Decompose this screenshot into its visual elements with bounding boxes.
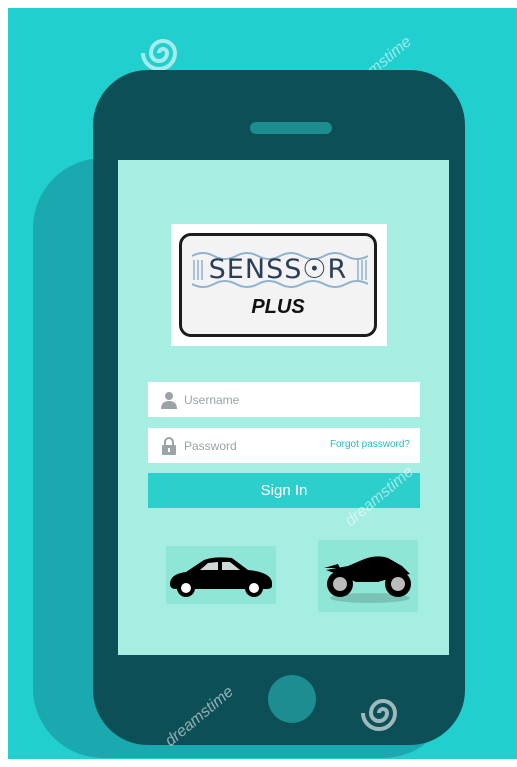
username-field[interactable] xyxy=(148,382,420,417)
motorcycle-option[interactable] xyxy=(318,540,418,612)
logo-brand-text: SENSS☉R xyxy=(208,254,348,285)
background: dreamstime SENSS☉R PLUS Username Forgot … xyxy=(8,8,517,759)
username-input[interactable] xyxy=(184,382,344,417)
logo-frame: SENSS☉R PLUS xyxy=(179,233,377,337)
watermark-logo-icon xyxy=(361,699,398,731)
password-field[interactable]: Forgot password? xyxy=(148,428,420,463)
motorcycle-icon xyxy=(324,556,411,603)
home-button[interactable] xyxy=(268,675,316,723)
password-input[interactable] xyxy=(184,428,344,463)
lock-icon xyxy=(162,437,176,455)
phone-speaker xyxy=(250,122,332,134)
car-icon xyxy=(170,557,272,597)
logo-subtitle: PLUS xyxy=(251,296,305,318)
app-logo: SENSS☉R PLUS xyxy=(171,224,387,346)
car-option[interactable] xyxy=(166,546,276,604)
phone-screen: SENSS☉R PLUS Forgot password? xyxy=(118,160,449,655)
forgot-password-link[interactable]: Forgot password? xyxy=(330,439,410,450)
user-icon xyxy=(161,392,177,409)
phone-frame: SENSS☉R PLUS Forgot password? xyxy=(93,70,465,745)
